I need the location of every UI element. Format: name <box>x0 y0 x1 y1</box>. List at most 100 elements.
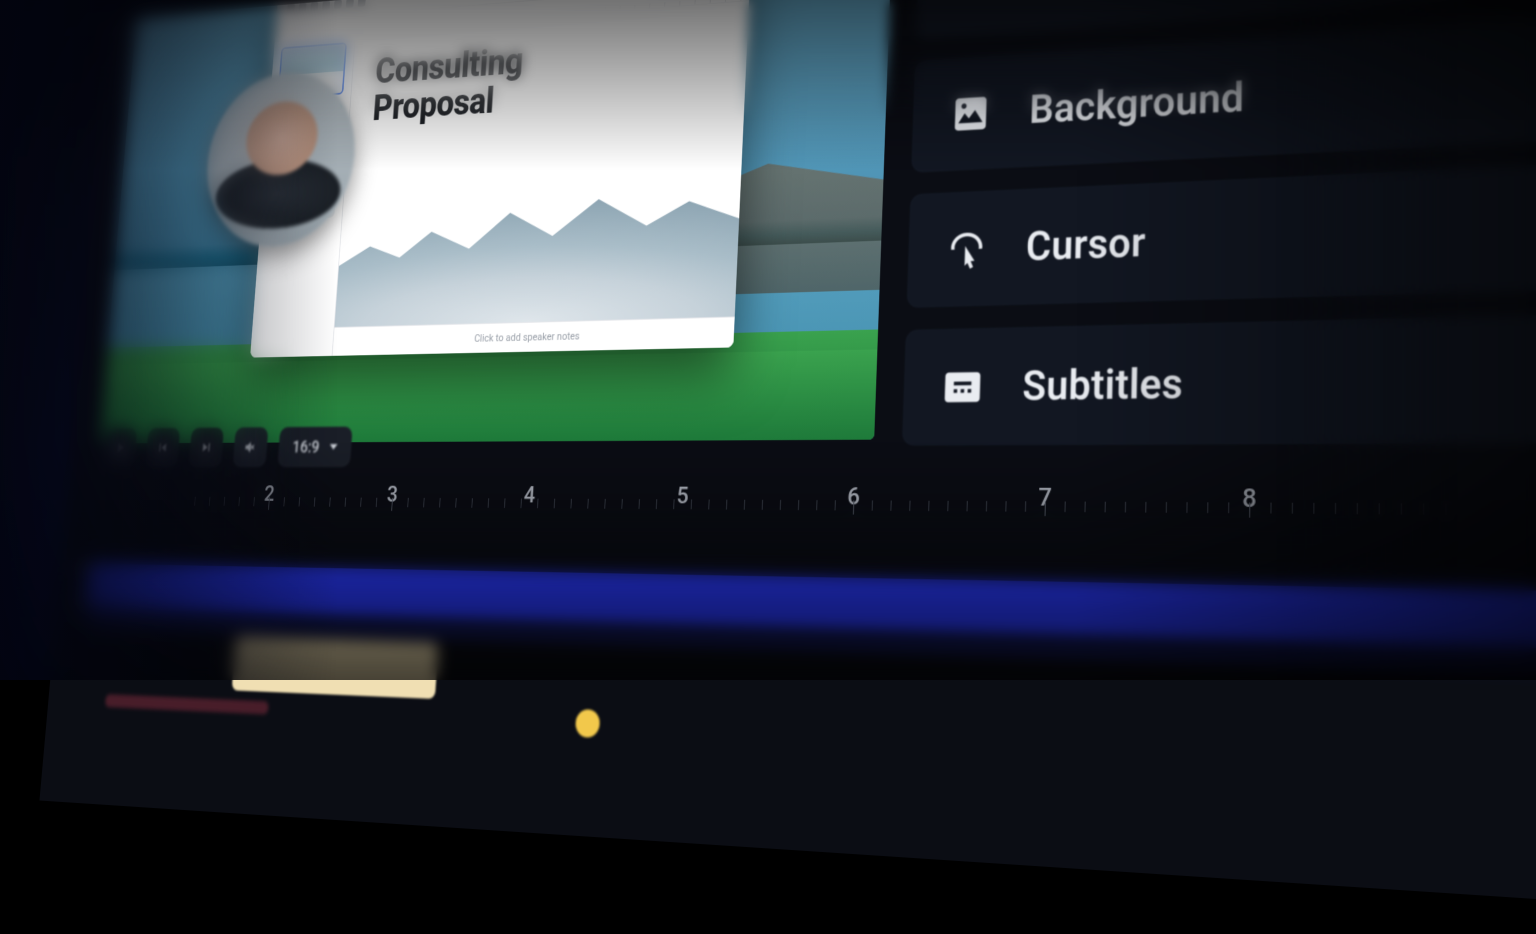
ruler-tick <box>537 499 538 509</box>
subtitles-icon <box>941 364 984 409</box>
option-label: Cursor <box>1025 218 1146 270</box>
ruler-tick <box>299 497 300 506</box>
timeline-marker[interactable] <box>575 709 601 738</box>
toolbar-icon <box>322 0 330 9</box>
skip-forward-button[interactable] <box>189 428 224 468</box>
ruler-tick <box>1025 501 1026 511</box>
toolbar-icon <box>287 3 295 12</box>
ruler-tick <box>691 499 692 509</box>
ruler-tick <box>194 497 195 506</box>
ruler-tick <box>835 500 836 510</box>
ruler-tick <box>1207 502 1208 513</box>
ruler-tick <box>1064 502 1065 513</box>
ruler-tick <box>520 499 521 509</box>
ruler-tick <box>1313 503 1314 514</box>
user-circle-icon <box>954 0 996 3</box>
aspect-ratio-value: 16:9 <box>292 437 320 456</box>
slide-title: Consulting Proposal <box>372 27 723 127</box>
ruler-tick <box>314 497 315 506</box>
ruler-tick <box>726 500 727 510</box>
ruler-tick <box>1401 503 1402 514</box>
ruler-tick <box>1166 502 1167 513</box>
ruler-tick <box>439 498 440 507</box>
ruler-tick <box>1186 502 1187 513</box>
timeline[interactable]: 2 3 4 5 6 7 8 Background Video and Audio <box>69 496 1536 883</box>
slide-canvas: Consulting Proposal Click to add speaker… <box>332 1 749 356</box>
ruler-tick <box>909 501 910 511</box>
toolbar-icon <box>358 0 366 7</box>
ruler-tick <box>639 499 640 509</box>
timeline-clip-overlay[interactable] <box>232 636 439 699</box>
option-subtitles[interactable]: Subtitles <box>902 310 1536 446</box>
play-button[interactable] <box>103 428 137 467</box>
aspect-ratio-selector[interactable]: 16:9 <box>277 427 353 468</box>
ruler-tick <box>947 501 948 511</box>
ruler-tick <box>762 500 763 510</box>
ruler-tick <box>604 499 605 509</box>
ruler-tick <box>798 500 799 510</box>
ruler-tick <box>1423 503 1424 514</box>
image-icon <box>949 90 992 136</box>
ruler-tick <box>1379 503 1380 514</box>
ruler-tick <box>423 498 424 507</box>
ruler-tick <box>1249 503 1250 518</box>
ruler-tick <box>554 499 555 509</box>
ruler-tick <box>253 497 254 506</box>
ruler-tick <box>570 499 571 509</box>
ruler-tick <box>1335 503 1336 514</box>
options-panel: Webcam Recording Background Cursor Subti… <box>902 0 1536 446</box>
tilted-surface: Consulting Proposal Click to add speaker… <box>39 0 1536 921</box>
cursor-click-icon <box>945 226 988 271</box>
ruler-tick <box>360 498 361 507</box>
preview-canvas: Consulting Proposal Click to add speaker… <box>99 0 891 443</box>
ruler-tick <box>1125 502 1126 513</box>
film-icon <box>70 594 84 610</box>
skip-back-button[interactable] <box>145 428 180 467</box>
ruler-tick <box>928 501 929 511</box>
ruler-tick <box>224 497 225 506</box>
slide-hero-image <box>335 154 743 327</box>
toolbar-icon <box>299 2 307 11</box>
ruler-tick <box>816 500 817 510</box>
ruler-tick <box>471 498 472 507</box>
option-label: Background <box>1029 73 1245 133</box>
ruler-tick <box>345 498 346 507</box>
ruler-tick <box>1445 504 1446 515</box>
option-cursor[interactable]: Cursor <box>907 155 1536 308</box>
ruler-tick <box>872 500 873 510</box>
ruler-tick <box>283 497 284 506</box>
ruler-tick <box>967 501 968 511</box>
ruler-tick <box>1145 502 1146 513</box>
option-label: Subtitles <box>1022 359 1184 410</box>
ruler-tick <box>1045 501 1046 516</box>
app-stage: Consulting Proposal Click to add speaker… <box>0 0 1536 680</box>
ruler-tick <box>238 497 239 506</box>
mute-button[interactable] <box>233 427 269 467</box>
ruler-tick <box>1292 503 1293 514</box>
ruler-tick <box>1270 503 1271 514</box>
skip-back-icon <box>156 440 170 456</box>
timeline-clip-audio[interactable] <box>105 694 269 714</box>
ruler-tick <box>329 497 330 506</box>
ruler-tick <box>890 501 891 511</box>
ruler-tick <box>488 498 489 508</box>
play-icon <box>113 440 127 456</box>
ruler-mark: 5 <box>676 482 689 510</box>
ruler-tick <box>376 498 377 507</box>
toolbar-icon <box>346 0 354 8</box>
ruler-tick <box>504 498 505 508</box>
ruler-tick <box>209 497 210 506</box>
transport-bar: 16:9 <box>97 417 875 472</box>
ruler-tick <box>744 500 745 510</box>
ruler-tick <box>656 499 657 509</box>
chevron-down-icon <box>330 444 338 450</box>
ruler-tick <box>455 498 456 507</box>
ruler-tick <box>708 500 709 510</box>
volume-mute-icon <box>243 439 258 455</box>
ruler-tick <box>587 499 588 509</box>
ruler-tick <box>1357 503 1358 514</box>
ruler-tick <box>407 498 408 507</box>
ruler-tick <box>1084 502 1085 513</box>
toolbar-icon <box>310 1 318 10</box>
skip-forward-icon <box>199 439 213 455</box>
